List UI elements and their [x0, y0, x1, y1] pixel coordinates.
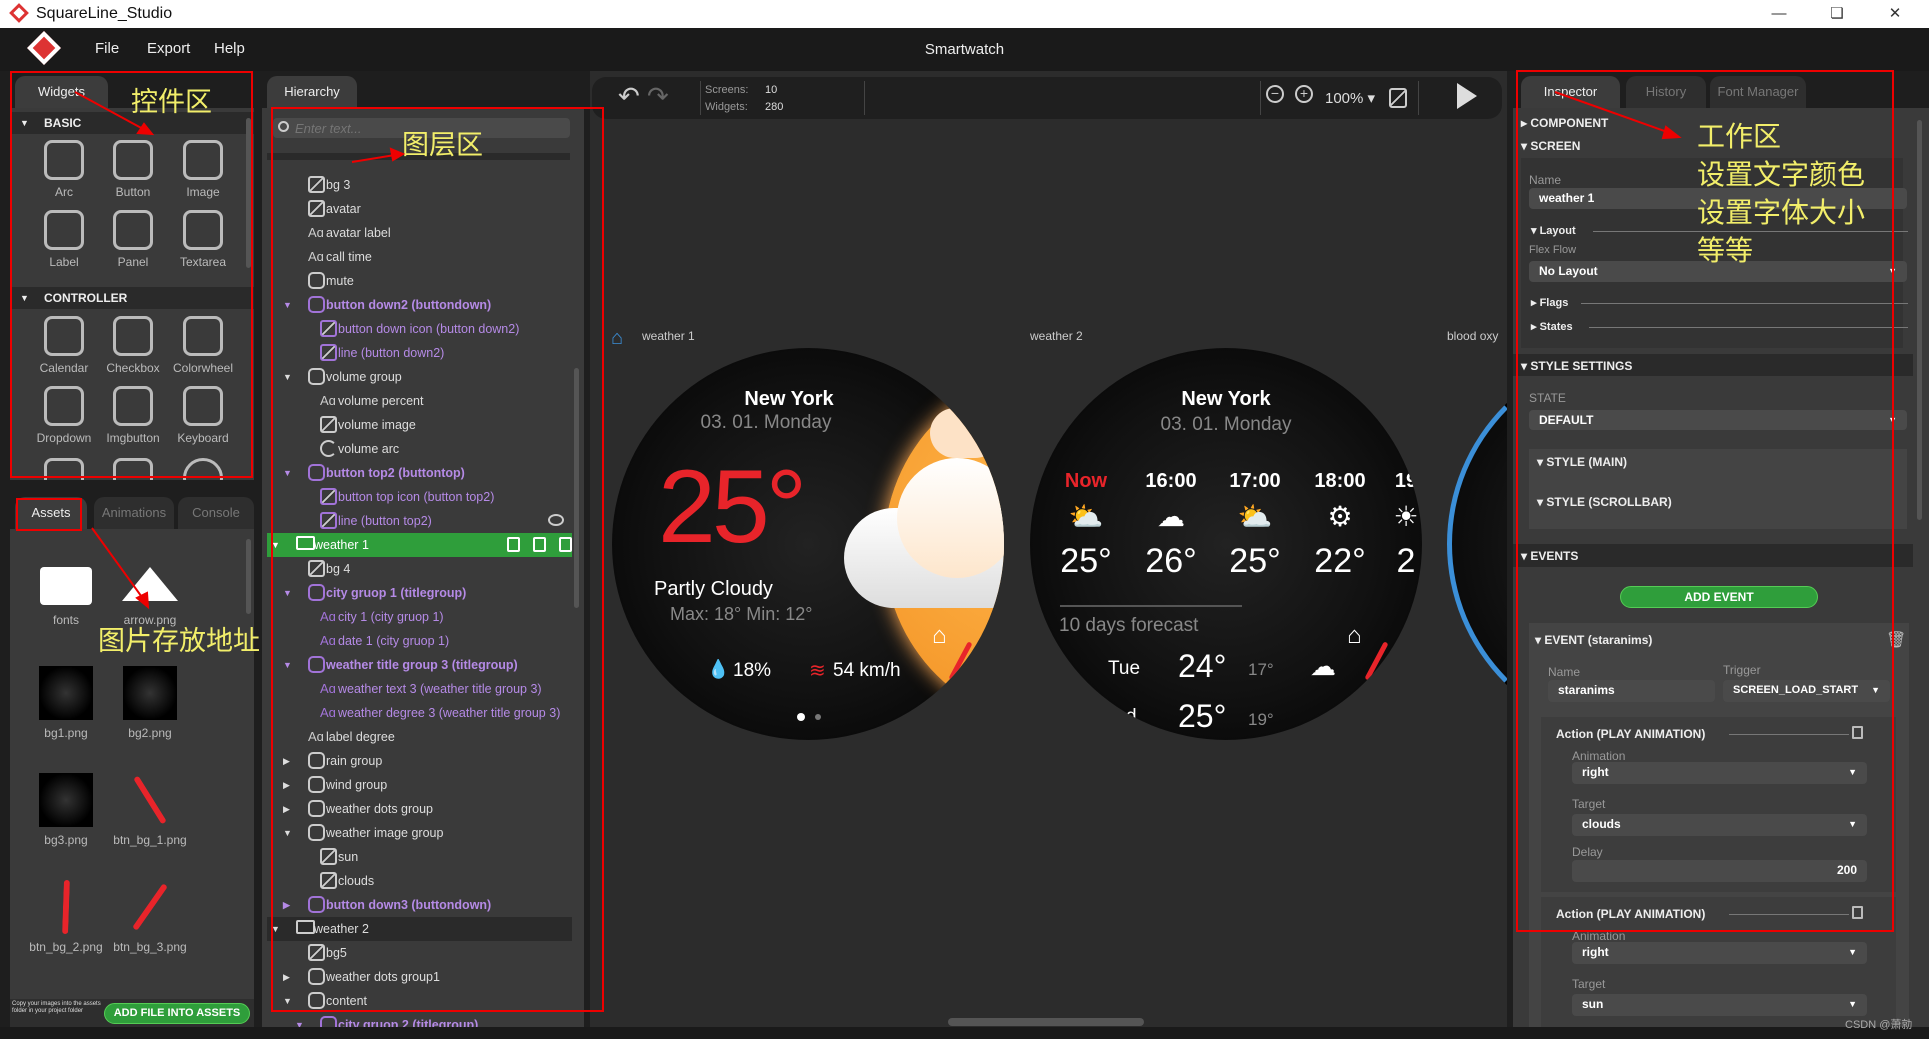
annotation-arrows — [74, 91, 1682, 610]
